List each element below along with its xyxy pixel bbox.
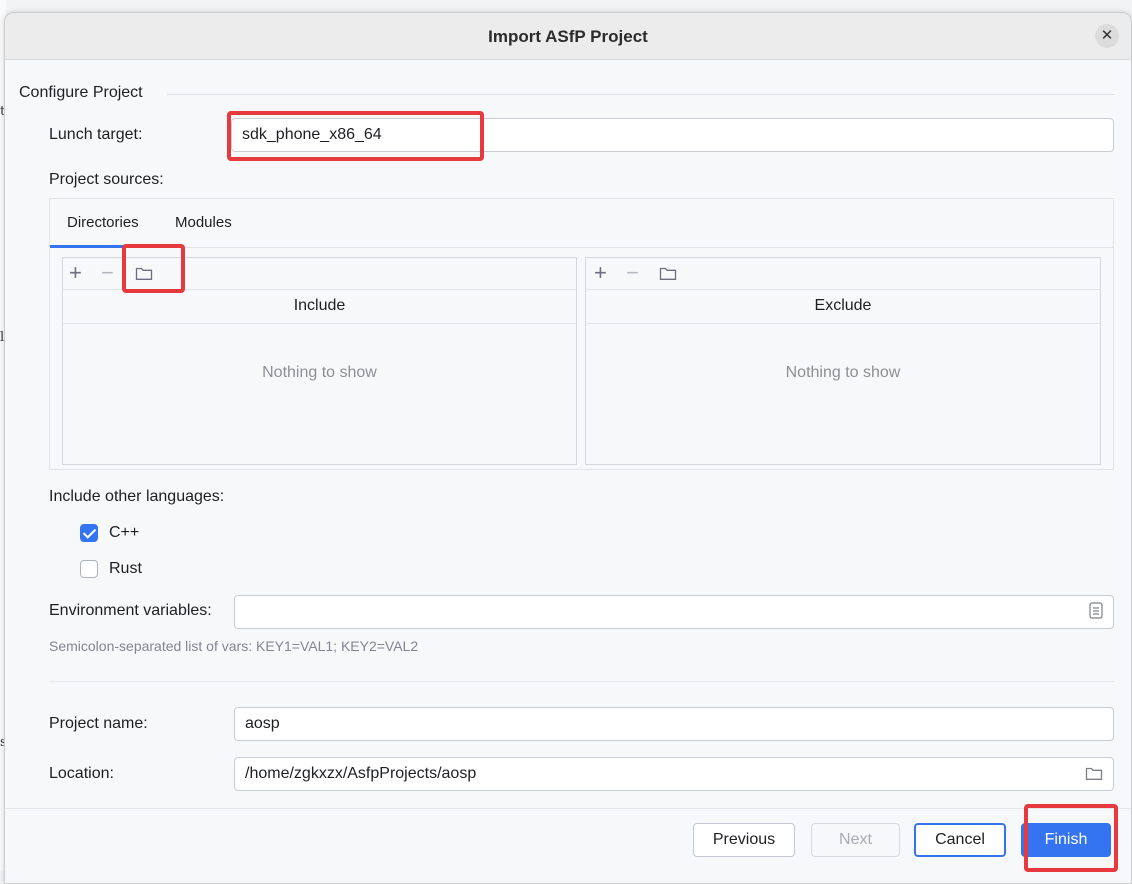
section-title: Configure Project — [19, 84, 143, 101]
add-icon[interactable]: + — [594, 260, 607, 286]
folder-icon[interactable] — [659, 266, 677, 286]
launch-target-label: Lunch target: — [49, 126, 143, 143]
section-divider — [167, 94, 1115, 95]
close-button[interactable]: ✕ — [1095, 24, 1119, 48]
cpp-checkbox[interactable] — [80, 524, 98, 542]
exclude-toolbar: + − — [586, 258, 1100, 290]
annotation-highlight-finish — [1024, 804, 1118, 872]
location-value: /home/zgkxzx/AsfpProjects/aosp — [245, 765, 477, 782]
rust-checkbox[interactable] — [80, 560, 98, 578]
include-empty-text: Nothing to show — [262, 364, 377, 381]
project-sources-label: Project sources: — [49, 171, 164, 188]
env-vars-label: Environment variables: — [49, 602, 212, 619]
add-icon[interactable]: + — [69, 260, 82, 286]
env-vars-input[interactable] — [234, 595, 1114, 629]
form-divider — [49, 681, 1115, 682]
remove-icon[interactable]: − — [101, 260, 114, 286]
location-label: Location: — [49, 765, 114, 782]
project-name-label: Project name: — [49, 715, 148, 732]
tab-selected-indicator — [50, 245, 126, 248]
cancel-button[interactable]: Cancel — [914, 823, 1006, 857]
sources-tab-panel: Directories Modules + − Include Nothing … — [49, 198, 1114, 470]
check-icon — [82, 525, 97, 539]
tab-directories[interactable]: Directories — [67, 214, 139, 231]
next-button[interactable]: Next — [811, 823, 900, 857]
exclude-empty-text: Nothing to show — [785, 364, 901, 381]
exclude-pane: + − Exclude Nothing to show — [585, 257, 1101, 465]
dialog-title: Import ASfP Project — [488, 27, 648, 46]
env-vars-hint: Semicolon-separated list of vars: KEY1=V… — [49, 638, 419, 654]
include-header: Include — [63, 289, 576, 324]
annotation-highlight-folder — [122, 244, 185, 293]
annotation-highlight-launch-target — [227, 111, 484, 161]
exclude-header: Exclude — [586, 289, 1100, 324]
expand-text-icon[interactable] — [1089, 602, 1103, 625]
previous-button[interactable]: Previous — [693, 823, 795, 857]
tabs-divider — [50, 247, 1113, 248]
browse-folder-icon[interactable] — [1085, 766, 1103, 787]
languages-label: Include other languages: — [49, 488, 225, 505]
tab-modules[interactable]: Modules — [175, 214, 232, 231]
remove-icon[interactable]: − — [626, 260, 639, 286]
import-dialog: Import ASfP Project ✕ Configure Project … — [4, 12, 1132, 884]
cpp-label[interactable]: C++ — [109, 524, 139, 542]
rust-label[interactable]: Rust — [109, 560, 142, 578]
title-bar: Import ASfP Project ✕ — [5, 13, 1131, 60]
project-name-input[interactable]: aosp — [234, 707, 1114, 741]
close-icon: ✕ — [1100, 27, 1114, 44]
location-input[interactable]: /home/zgkxzx/AsfpProjects/aosp — [234, 757, 1114, 791]
